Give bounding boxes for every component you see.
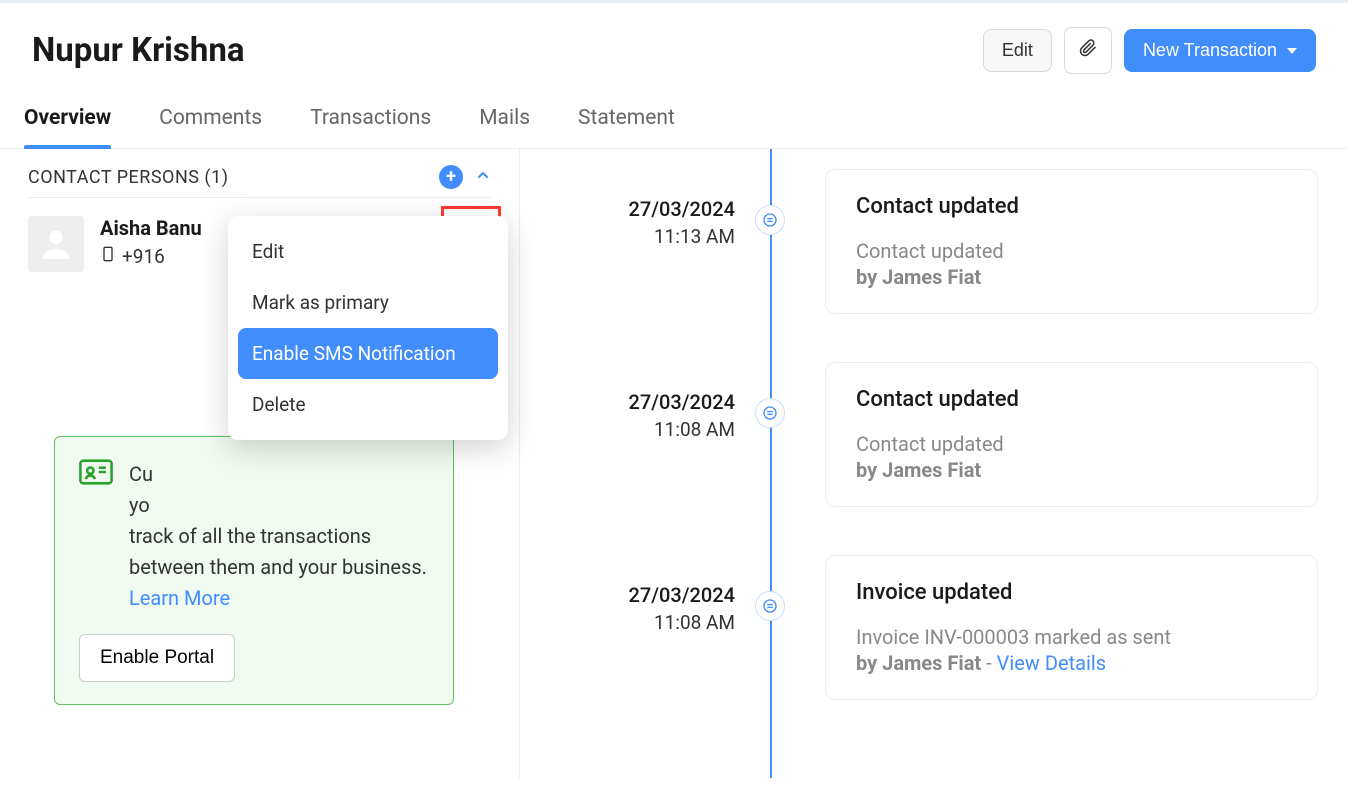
timeline-time: 11:08 AM bbox=[560, 418, 735, 441]
timeline-dot-icon bbox=[755, 591, 785, 621]
timeline-entry: 27/03/2024 11:08 AM Contact updated Cont… bbox=[560, 362, 1318, 507]
portal-text-body: track of all the transactions between th… bbox=[129, 524, 427, 579]
menu-item-delete[interactable]: Delete bbox=[238, 379, 498, 430]
contact-person-row: Aisha Banu +916 Edit Mark as primary Ena… bbox=[28, 216, 491, 272]
timeline-time: 11:08 AM bbox=[560, 611, 735, 634]
timeline-date: 27/03/2024 bbox=[560, 197, 735, 221]
timeline-card: Invoice updated Invoice INV-000003 marke… bbox=[825, 555, 1318, 700]
attachment-button[interactable] bbox=[1064, 27, 1112, 74]
contact-gear-menu: Edit Mark as primary Enable SMS Notifica… bbox=[228, 216, 508, 440]
view-details-link[interactable]: View Details bbox=[997, 651, 1106, 675]
timeline-date: 27/03/2024 bbox=[560, 583, 735, 607]
enable-portal-button[interactable]: Enable Portal bbox=[79, 634, 235, 682]
tabs: Overview Comments Transactions Mails Sta… bbox=[0, 94, 1348, 149]
learn-more-link[interactable]: Learn More bbox=[129, 586, 230, 610]
portal-card: Cu yo track of all the transactions betw… bbox=[54, 436, 454, 705]
timeline-dot-icon bbox=[755, 398, 785, 428]
card-title: Contact updated bbox=[856, 387, 1287, 412]
timeline: 27/03/2024 11:13 AM Contact updated Cont… bbox=[520, 149, 1348, 778]
tab-overview[interactable]: Overview bbox=[24, 94, 111, 148]
new-transaction-label: New Transaction bbox=[1143, 40, 1277, 61]
portal-card-icon bbox=[79, 459, 113, 614]
edit-button[interactable]: Edit bbox=[983, 29, 1052, 72]
contact-phone: +916 bbox=[122, 245, 165, 268]
mobile-icon bbox=[100, 244, 116, 269]
menu-item-enable-sms[interactable]: Enable SMS Notification bbox=[238, 328, 498, 379]
timeline-card: Contact updated Contact updated by James… bbox=[825, 169, 1318, 314]
page-title: Nupur Krishna bbox=[32, 31, 245, 70]
card-subtitle: Invoice INV-000003 marked as sent bbox=[856, 625, 1287, 649]
menu-item-mark-primary[interactable]: Mark as primary bbox=[238, 277, 498, 328]
card-subtitle: Contact updated bbox=[856, 432, 1287, 456]
card-by: by James Fiat bbox=[856, 458, 1287, 482]
tab-mails[interactable]: Mails bbox=[479, 94, 530, 148]
sidebar: CONTACT PERSONS (1) + Aisha Banu bbox=[0, 149, 520, 778]
card-by-line: by James Fiat - View Details bbox=[856, 651, 1287, 675]
card-subtitle: Contact updated bbox=[856, 239, 1287, 263]
card-by: by James Fiat bbox=[856, 651, 981, 675]
card-title: Invoice updated bbox=[856, 580, 1287, 605]
timeline-entry: 27/03/2024 11:08 AM Invoice updated Invo… bbox=[560, 555, 1318, 700]
timeline-entry: 27/03/2024 11:13 AM Contact updated Cont… bbox=[560, 169, 1318, 314]
new-transaction-button[interactable]: New Transaction bbox=[1124, 29, 1316, 72]
timeline-date: 27/03/2024 bbox=[560, 390, 735, 414]
card-title: Contact updated bbox=[856, 194, 1287, 219]
timeline-card: Contact updated Contact updated by James… bbox=[825, 362, 1318, 507]
plus-icon: + bbox=[446, 168, 456, 186]
add-contact-button[interactable]: + bbox=[439, 165, 463, 189]
timeline-time: 11:13 AM bbox=[560, 225, 735, 248]
card-by: by James Fiat bbox=[856, 265, 1287, 289]
tab-statement[interactable]: Statement bbox=[578, 94, 675, 148]
chevron-down-icon bbox=[1287, 48, 1297, 54]
avatar bbox=[28, 216, 84, 272]
contact-persons-heading: CONTACT PERSONS (1) bbox=[28, 167, 228, 188]
portal-text-fragment-2: yo bbox=[129, 493, 150, 517]
menu-item-edit[interactable]: Edit bbox=[238, 226, 498, 277]
collapse-section-button[interactable] bbox=[475, 167, 491, 187]
header-actions: Edit New Transaction bbox=[983, 27, 1316, 74]
tab-transactions[interactable]: Transactions bbox=[310, 94, 431, 148]
portal-text-fragment-1: Cu bbox=[129, 462, 153, 486]
timeline-dot-icon bbox=[755, 205, 785, 235]
portal-text: Cu yo track of all the transactions betw… bbox=[129, 459, 429, 614]
tab-comments[interactable]: Comments bbox=[159, 94, 262, 148]
paperclip-icon bbox=[1079, 38, 1097, 63]
